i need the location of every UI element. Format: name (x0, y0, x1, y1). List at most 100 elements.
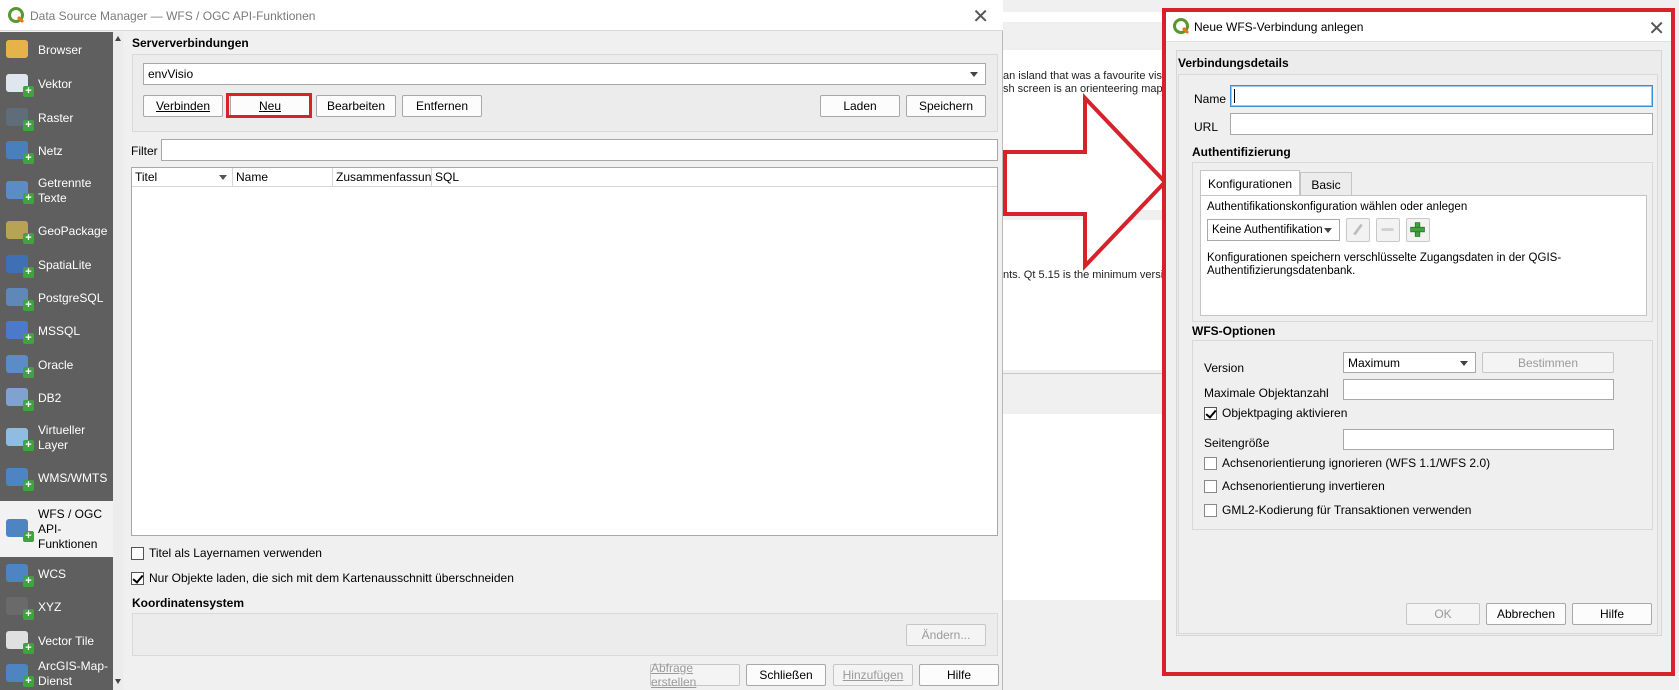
title-as-layername-checkbox[interactable] (131, 546, 144, 560)
detect-version-button[interactable]: Bestimmen (1482, 352, 1614, 373)
window-titlebar: Data Source Manager — WFS / OGC API-Funk… (0, 0, 1003, 31)
help-button[interactable]: Hilfe (1572, 603, 1652, 625)
column-header-name[interactable]: Name (233, 168, 333, 187)
sidebar-item-mesh[interactable]: + Netz (0, 136, 113, 166)
wfs-icon: + (4, 516, 34, 542)
tab-basic[interactable]: Basic (1300, 172, 1352, 196)
filter-input[interactable] (161, 139, 998, 161)
minus-icon (1381, 228, 1394, 231)
sidebar-item-db2[interactable]: + DB2 (0, 383, 113, 413)
sidebar-item-oracle[interactable]: + Oracle (0, 350, 113, 380)
sidebar-item-label: Browser (38, 42, 83, 57)
add-button[interactable]: Hinzufügen (833, 664, 913, 686)
delimited-text-icon: + (4, 178, 34, 204)
gml2-checkbox[interactable] (1204, 503, 1217, 517)
close-button[interactable]: Schließen (746, 664, 826, 686)
gml2-option[interactable]: GML2-Kodierung für Transaktionen verwend… (1204, 503, 1471, 517)
load-connections-button[interactable]: Laden (820, 95, 900, 117)
build-query-button[interactable]: Abfrage erstellen (650, 661, 740, 689)
crs-heading: Koordinatensystem (132, 596, 245, 610)
paging-option[interactable]: Objektpaging aktivieren (1204, 406, 1347, 420)
vector-tile-icon: + (4, 628, 34, 654)
sidebar-item-vector-tile[interactable]: + Vector Tile (0, 626, 113, 656)
column-header-summary[interactable]: Zusammenfassung (333, 168, 432, 187)
scroll-up-icon[interactable] (115, 36, 121, 41)
max-features-label: Maximale Objektanzahl (1204, 386, 1329, 400)
remove-connection-button[interactable]: Entfernen (402, 95, 482, 117)
ignore-axis-option[interactable]: Achsenorientierung ignorieren (WFS 1.1/W… (1204, 456, 1490, 470)
server-connections-heading: Serververbindungen (132, 36, 249, 50)
sidebar-item-label: WMS/WMTS (38, 470, 108, 485)
scroll-down-icon[interactable] (115, 679, 121, 684)
only-intersecting-checkbox[interactable] (131, 571, 144, 585)
sidebar-item-label: WCS (38, 566, 66, 581)
ignore-axis-checkbox[interactable] (1204, 456, 1217, 470)
connection-select[interactable]: envVisio (143, 63, 986, 85)
sidebar-item-label: GeoPackage (38, 223, 108, 238)
sidebar-item-delimited-text[interactable]: + Getrennte Texte (0, 170, 113, 212)
sidebar-item-label: ArcGIS-Map-Dienst (38, 659, 109, 688)
paging-checkbox[interactable] (1204, 406, 1217, 420)
auth-config-select[interactable]: Keine Authentifikation (1207, 219, 1340, 241)
sidebar-item-spatialite[interactable]: + SpatiaLite (0, 250, 113, 280)
page-size-input[interactable] (1343, 429, 1614, 450)
invert-axis-option[interactable]: Achsenorientierung invertieren (1204, 479, 1385, 493)
max-features-input[interactable] (1343, 379, 1614, 400)
help-button[interactable]: Hilfe (919, 664, 999, 686)
qgis-logo-icon (8, 7, 25, 24)
crs-change-button[interactable]: Ändern... (906, 624, 986, 646)
sidebar-item-raster[interactable]: + Raster (0, 103, 113, 133)
sidebar-item-wms[interactable]: + WMS/WMTS (0, 463, 113, 493)
sidebar-item-virtual-layer[interactable]: + Virtueller Layer (0, 417, 113, 459)
version-select[interactable]: Maximum (1343, 352, 1476, 373)
sidebar-item-wcs[interactable]: + WCS (0, 559, 113, 589)
geopackage-icon: + (4, 218, 34, 244)
sidebar-item-arcgis[interactable]: + ArcGIS-Map-Dienst (0, 659, 113, 689)
sidebar-item-label: Vector Tile (38, 633, 95, 648)
sidebar-item-label: Getrennte Texte (38, 176, 92, 205)
sidebar-item-folder[interactable]: Browser (0, 35, 113, 65)
title-as-layername-option[interactable]: Titel als Layernamen verwenden (131, 546, 322, 560)
column-header-title[interactable]: Titel (132, 168, 233, 187)
url-label: URL (1194, 120, 1219, 134)
filter-label: Filter (131, 144, 158, 158)
ok-button[interactable]: OK (1406, 603, 1480, 625)
sidebar-item-label: Netz (38, 143, 63, 158)
raster-icon: + (4, 105, 34, 131)
wcs-icon: + (4, 561, 34, 587)
sidebar-item-geopackage[interactable]: + GeoPackage (0, 216, 113, 246)
sidebar-item-xyz[interactable]: + XYZ (0, 592, 113, 622)
arcgis-icon: + (4, 661, 34, 687)
tab-configurations[interactable]: Konfigurationen (1200, 170, 1300, 196)
sidebar: Browser + Vektor + Raster + Netz + Getrennte Tex… (0, 32, 113, 690)
cancel-button[interactable]: Abbrechen (1486, 603, 1566, 625)
close-icon[interactable]: ✕ (972, 4, 989, 29)
auth-info-text: Konfigurationen speichern verschlüsselte… (1207, 252, 1562, 277)
sidebar-scrollbar[interactable] (113, 32, 123, 690)
sidebar-item-postgresql[interactable]: + PostgreSQL (0, 283, 113, 313)
sort-indicator-icon (219, 175, 227, 180)
postgresql-icon: + (4, 285, 34, 311)
sidebar-item-mssql[interactable]: + MSSQL (0, 316, 113, 346)
sidebar-item-vector[interactable]: + Vektor (0, 69, 113, 99)
sidebar-item-label: Oracle (38, 357, 74, 372)
layers-table[interactable]: Titel Name Zusammenfassung SQL (131, 167, 998, 536)
only-intersecting-option[interactable]: Nur Objekte laden, die sich mit dem Kart… (131, 571, 514, 585)
column-header-sql[interactable]: SQL (432, 168, 997, 187)
edit-connection-button[interactable]: Bearbeiten (316, 95, 396, 117)
sidebar-item-wfs[interactable]: + WFS / OGC API-Funktionen (0, 501, 113, 557)
invert-axis-checkbox[interactable] (1204, 479, 1217, 493)
sidebar-item-label: Vektor (38, 76, 73, 91)
url-input[interactable] (1230, 113, 1653, 135)
connect-button[interactable]: Verbinden (143, 95, 223, 117)
add-auth-button[interactable] (1406, 218, 1430, 242)
sidebar-item-label: WFS / OGC API-Funktionen (38, 506, 102, 551)
close-icon[interactable]: ✕ (1648, 16, 1665, 41)
name-input[interactable] (1230, 85, 1653, 107)
remove-auth-button[interactable] (1376, 218, 1400, 242)
sidebar-item-label: Raster (38, 110, 74, 125)
edit-auth-button[interactable] (1346, 218, 1370, 242)
save-connections-button[interactable]: Speichern (906, 95, 986, 117)
mssql-icon: + (4, 318, 34, 344)
sidebar-item-label: DB2 (38, 390, 62, 405)
